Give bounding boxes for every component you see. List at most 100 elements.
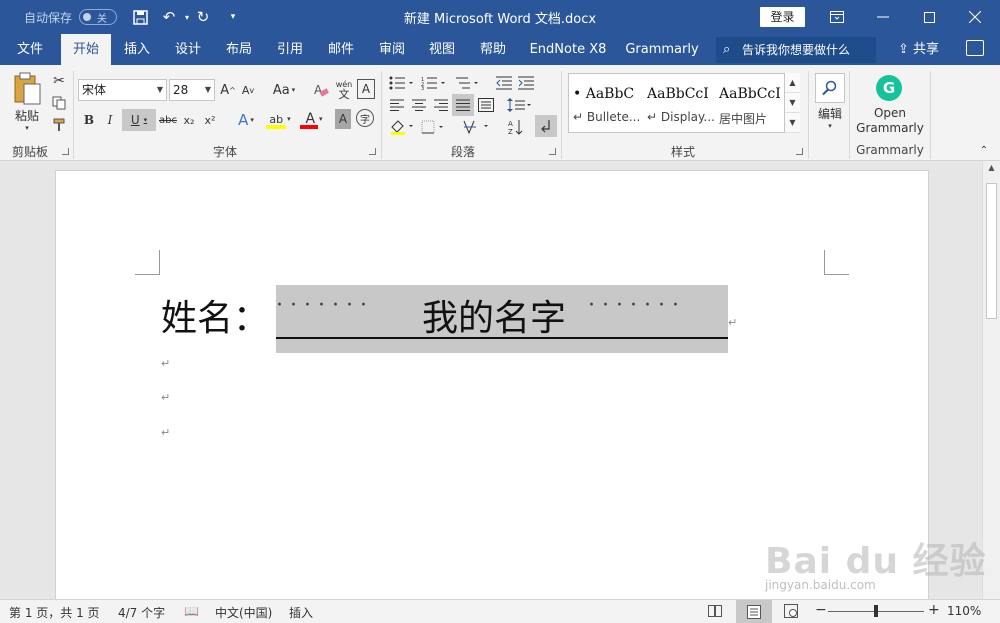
style-item-display[interactable]: AaBbCcI ↵ Display...	[643, 74, 715, 132]
tab-references[interactable]: 引用	[268, 34, 312, 65]
name-form-field[interactable]: ······· 我的名字 ·······	[276, 285, 728, 353]
collapse-ribbon-icon[interactable]: ⌃	[976, 143, 992, 157]
tab-layout[interactable]: 布局	[217, 34, 261, 65]
save-icon[interactable]	[129, 7, 151, 27]
line-spacing-icon[interactable]	[505, 95, 535, 115]
zoom-slider-thumb[interactable]	[874, 605, 878, 617]
chevron-down-icon[interactable]: ▾	[823, 121, 837, 131]
font-launcher-icon[interactable]	[369, 148, 376, 155]
page-count[interactable]: 第 1 页，共 1 页	[9, 604, 100, 621]
tab-view[interactable]: 视图	[420, 34, 464, 65]
clipboard-launcher-icon[interactable]	[62, 148, 69, 155]
paste-label[interactable]: 粘贴	[8, 107, 46, 123]
tab-file[interactable]: 文件	[8, 34, 52, 65]
tab-help[interactable]: 帮助	[471, 34, 515, 65]
tab-endnote[interactable]: EndNote X8	[526, 34, 610, 65]
show-marks-icon[interactable]	[535, 115, 557, 137]
borders-icon[interactable]	[419, 117, 449, 137]
customize-qat-icon[interactable]: ▾	[222, 7, 244, 27]
underline-button[interactable]: U ▾	[122, 109, 156, 131]
grow-font-icon[interactable]: A ^	[219, 79, 237, 101]
tab-grammarly[interactable]: Grammarly	[622, 34, 702, 65]
chevron-up-icon[interactable]: ▲	[785, 73, 800, 93]
comment-icon[interactable]	[966, 40, 984, 56]
zoom-in-icon[interactable]: +	[928, 602, 940, 618]
redo-icon[interactable]: ↻	[192, 7, 214, 27]
tab-mailings[interactable]: 邮件	[319, 34, 363, 65]
minimize-icon[interactable]	[860, 0, 906, 34]
zoom-out-icon[interactable]: −	[815, 602, 827, 618]
italic-button[interactable]: I	[101, 109, 119, 131]
phonetic-guide-icon[interactable]: wén 文	[334, 77, 354, 103]
proofing-icon[interactable]: 📖	[184, 604, 199, 618]
open-grammarly-label-2[interactable]: Grammarly	[852, 120, 928, 136]
ribbon-display-options-icon[interactable]	[814, 0, 860, 34]
style-item-center-image[interactable]: AaBbCcI 居中图片	[715, 74, 787, 132]
align-right-icon[interactable]	[431, 95, 451, 115]
scroll-up-icon[interactable]: ▲	[983, 163, 1000, 177]
character-border-icon[interactable]: A	[357, 79, 375, 99]
language-status[interactable]: 中文(中国)	[215, 604, 272, 621]
clear-formatting-icon[interactable]: A	[312, 79, 332, 101]
tab-design[interactable]: 设计	[166, 34, 210, 65]
close-icon[interactable]	[952, 0, 998, 34]
font-color-icon[interactable]: A ▾	[298, 107, 330, 131]
word-count[interactable]: 4/7 个字	[118, 604, 165, 621]
paste-dropdown-icon[interactable]: ▾	[20, 123, 34, 133]
clipboard-group-label: 剪贴板	[11, 145, 48, 159]
format-painter-icon[interactable]	[49, 115, 69, 135]
decrease-indent-icon[interactable]	[494, 73, 514, 93]
tab-insert[interactable]: 插入	[115, 34, 159, 65]
share-button[interactable]: ⇪ 共享	[898, 34, 939, 65]
style-item-bulleted[interactable]: • AaBbC ↵ Bullete...	[569, 74, 641, 132]
styles-launcher-icon[interactable]	[796, 148, 803, 155]
web-layout-icon[interactable]	[780, 600, 802, 622]
shrink-font-icon[interactable]: Av	[239, 79, 257, 101]
sort-icon[interactable]: AZ	[505, 117, 527, 137]
zoom-level[interactable]: 110%	[947, 604, 981, 618]
editing-label[interactable]: 编辑	[812, 105, 848, 121]
strikethrough-button[interactable]: abc	[158, 109, 178, 131]
chinese-layout-icon[interactable]	[460, 117, 492, 137]
read-mode-icon[interactable]	[704, 600, 726, 622]
align-left-icon[interactable]	[387, 95, 407, 115]
superscript-button[interactable]: x²	[201, 109, 219, 131]
copy-icon[interactable]	[49, 93, 69, 113]
increase-indent-icon[interactable]	[516, 73, 536, 93]
paragraph-shading-icon[interactable]	[387, 117, 417, 137]
font-size-dropdown[interactable]: 28 ▼	[169, 79, 215, 101]
align-center-icon[interactable]	[409, 95, 429, 115]
text-effects-icon[interactable]: A ▾	[232, 109, 260, 131]
maximize-icon[interactable]	[906, 0, 952, 34]
bold-button[interactable]: B	[80, 109, 98, 131]
justify-icon[interactable]	[452, 94, 474, 116]
enclose-characters-icon[interactable]: 字	[356, 109, 374, 127]
print-layout-icon[interactable]	[736, 600, 772, 623]
subscript-button[interactable]: x₂	[180, 109, 198, 131]
login-button[interactable]: 登录	[760, 7, 805, 27]
multilevel-list-icon[interactable]	[452, 73, 482, 93]
scroll-thumb[interactable]	[986, 183, 997, 319]
styles-scroll[interactable]: ▲ ▼ ▼	[784, 73, 800, 133]
numbering-icon[interactable]: 123	[419, 73, 449, 93]
font-name-dropdown[interactable]: 宋体 ▼	[78, 79, 167, 101]
bullets-icon[interactable]	[387, 73, 417, 93]
chevron-down-icon[interactable]: ▼	[785, 93, 800, 113]
tell-me-search[interactable]: ⌕ 告诉我你想要做什么	[716, 37, 876, 63]
grammarly-logo-icon[interactable]: G	[876, 75, 902, 101]
paragraph-launcher-icon[interactable]	[549, 148, 556, 155]
highlight-icon[interactable]: ab ▾	[264, 107, 296, 131]
paste-icon[interactable]	[8, 71, 46, 107]
cut-icon[interactable]: ✂	[49, 71, 69, 91]
more-styles-icon[interactable]: ▼	[785, 113, 800, 133]
autosave-toggle[interactable]: 关	[79, 9, 117, 25]
change-case-icon[interactable]: Aa ▾	[268, 79, 300, 101]
open-grammarly-label-1[interactable]: Open	[852, 105, 928, 121]
tab-home[interactable]: 开始	[61, 34, 111, 65]
editing-search-icon[interactable]	[815, 73, 845, 103]
group-separator	[930, 71, 931, 159]
character-shading-icon[interactable]: A	[335, 109, 351, 129]
insert-mode[interactable]: 插入	[289, 604, 313, 621]
tab-review[interactable]: 审阅	[370, 34, 414, 65]
distributed-icon[interactable]	[476, 95, 496, 115]
